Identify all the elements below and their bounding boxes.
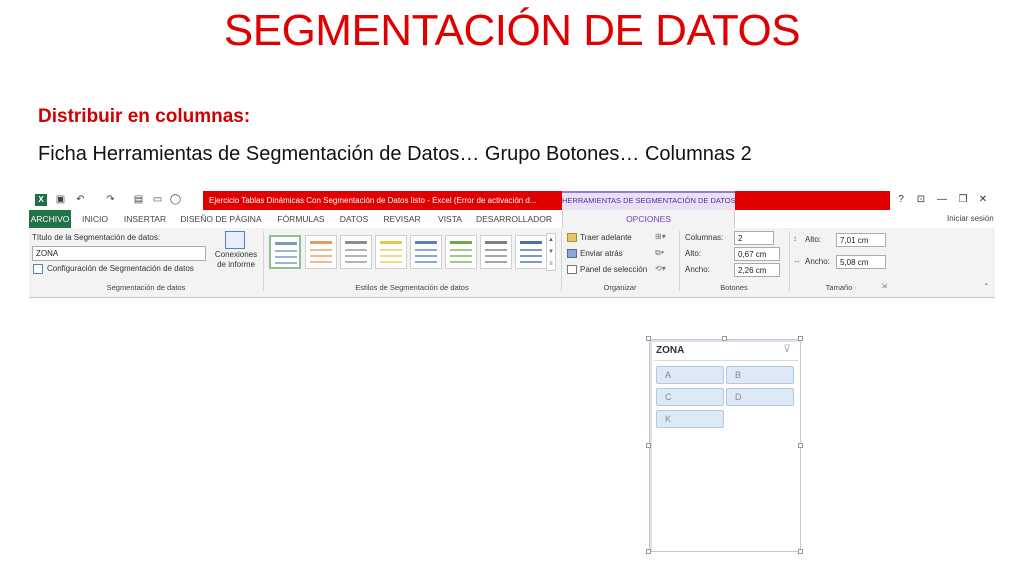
slicer-style-swatch[interactable] xyxy=(269,235,301,269)
slide-subtitle: Distribuir en columnas: xyxy=(38,106,251,127)
gallery-scroll-icon[interactable]: ▲ ▼ ≡ xyxy=(546,233,556,271)
send-backward-button[interactable]: Enviar atrás xyxy=(580,249,623,258)
size-width-label: Ancho: xyxy=(805,257,830,266)
report-connections-button[interactable]: Conexiones de informe xyxy=(213,250,259,270)
group-divider xyxy=(789,231,790,291)
slide-body-text: Ficha Herramientas de Segmentación de Da… xyxy=(38,143,752,165)
slicer-style-swatch[interactable] xyxy=(340,235,372,269)
undo-icon[interactable]: ↶ xyxy=(74,194,87,206)
tab-desarrollador[interactable]: DESARROLLADOR xyxy=(474,210,554,228)
ribbon-display-icon[interactable]: ⊡ xyxy=(913,193,929,207)
resize-handle[interactable] xyxy=(798,443,803,448)
ribbon-body: Título de la Segmentación de datos: ZONA… xyxy=(29,228,995,297)
bring-forward-icon[interactable] xyxy=(567,233,577,242)
excel-logo-icon: X xyxy=(35,194,47,206)
tab-vista[interactable]: VISTA xyxy=(432,210,468,228)
slicer-tools-contextual-tab: HERRAMIENTAS DE SEGMENTACIÓN DE DATOS xyxy=(562,191,736,210)
selection-pane-icon[interactable] xyxy=(567,265,577,274)
excel-ribbon-screenshot: X ▣ ↶ ↷ ▤ ▭ ◯ Ejercicio Tablas Dinámicas… xyxy=(29,191,995,298)
tab-datos[interactable]: DATOS xyxy=(335,210,373,228)
window-title: Ejercicio Tablas Dinámicas Con Segmentac… xyxy=(203,191,563,210)
height-arrows-icon: ↕ xyxy=(793,234,797,243)
slicer-style-swatch[interactable] xyxy=(515,235,547,269)
button-height-input[interactable]: 0,67 cm xyxy=(734,247,780,261)
minimize-icon[interactable]: — xyxy=(934,193,950,207)
title-bar-red-fill xyxy=(735,191,890,210)
resize-handle[interactable] xyxy=(646,336,651,341)
slicer-style-swatch[interactable] xyxy=(445,235,477,269)
circle-icon[interactable]: ◯ xyxy=(169,194,182,206)
group-label-tamano: Tamaño xyxy=(825,283,853,292)
slicer-item[interactable]: K xyxy=(656,410,724,428)
group-label-segmentacion: Segmentación de datos xyxy=(106,283,186,292)
excel-title-bar: X ▣ ↶ ↷ ▤ ▭ ◯ Ejercicio Tablas Dinámicas… xyxy=(29,191,995,210)
columns-input[interactable]: 2 xyxy=(734,231,774,245)
group-divider xyxy=(263,231,264,291)
resize-handle[interactable] xyxy=(798,549,803,554)
save-icon[interactable]: ▣ xyxy=(54,194,67,206)
tab-archivo[interactable]: ARCHIVO xyxy=(29,210,71,228)
clear-filter-icon[interactable]: ⊽ xyxy=(780,344,794,356)
slicer-style-swatch[interactable] xyxy=(375,235,407,269)
size-width-input[interactable]: 5,08 cm xyxy=(836,255,886,269)
slicer-header: ZONA xyxy=(656,345,685,356)
tab-formulas[interactable]: FÓRMULAS xyxy=(273,210,329,228)
tab-diseno-pagina[interactable]: DISEÑO DE PÁGINA xyxy=(179,210,263,228)
slicer-item[interactable]: C xyxy=(656,388,724,406)
rotate-icon[interactable]: ⟲▾ xyxy=(655,264,666,273)
tab-opciones[interactable]: OPCIONES xyxy=(562,210,735,228)
slicer-item[interactable]: A xyxy=(656,366,724,384)
redo-icon[interactable]: ↷ xyxy=(104,194,117,206)
align-icon[interactable]: ⊞▾ xyxy=(655,232,666,241)
group-label-botones: Botones xyxy=(720,283,748,292)
close-icon[interactable]: ✕ xyxy=(975,193,991,207)
resize-handle[interactable] xyxy=(646,443,651,448)
dialog-launcher-icon[interactable]: ⇲ xyxy=(881,282,887,290)
slicer-panel[interactable]: ZONA ⊽ A B C D K xyxy=(649,339,801,552)
button-width-input[interactable]: 2,26 cm xyxy=(734,263,780,277)
slicer-style-swatch[interactable] xyxy=(480,235,512,269)
window-icon[interactable]: ▭ xyxy=(151,194,164,206)
slicer-item[interactable]: D xyxy=(726,388,794,406)
slicer-caption-label: Título de la Segmentación de datos: xyxy=(32,233,161,242)
button-width-label: Ancho: xyxy=(685,265,710,274)
width-arrows-icon: ↔ xyxy=(793,256,801,265)
button-height-label: Alto: xyxy=(685,249,702,258)
slicer-header-divider xyxy=(654,360,798,361)
send-backward-icon[interactable] xyxy=(567,249,577,258)
group-objects-icon[interactable]: ⧉▾ xyxy=(655,248,664,258)
sign-in-link[interactable]: Iniciar sesión xyxy=(947,210,994,228)
slicer-settings-icon[interactable] xyxy=(33,264,43,274)
tab-revisar[interactable]: REVISAR xyxy=(379,210,425,228)
form-icon[interactable]: ▤ xyxy=(132,194,145,206)
tab-inicio[interactable]: INICIO xyxy=(77,210,113,228)
columns-label: Columnas: xyxy=(685,233,724,242)
slicer-caption-input[interactable]: ZONA xyxy=(32,246,206,261)
slicer-item[interactable]: B xyxy=(726,366,794,384)
ribbon-tab-row: ARCHIVO INICIO INSERTAR DISEÑO DE PÁGINA… xyxy=(29,210,995,228)
resize-handle[interactable] xyxy=(798,336,803,341)
slicer-style-swatch[interactable] xyxy=(410,235,442,269)
group-divider xyxy=(561,231,562,291)
slide-title: SEGMENTACIÓN DE DATOS xyxy=(223,6,801,55)
resize-handle[interactable] xyxy=(722,336,727,341)
restore-icon[interactable]: ❐ xyxy=(955,193,971,207)
group-divider xyxy=(679,231,680,291)
slicer-style-swatch[interactable] xyxy=(305,235,337,269)
collapse-ribbon-icon[interactable]: ⌃ xyxy=(983,282,990,291)
resize-handle[interactable] xyxy=(646,549,651,554)
report-connections-icon[interactable] xyxy=(225,231,245,249)
bring-forward-button[interactable]: Traer adelante xyxy=(580,233,632,242)
tab-insertar[interactable]: INSERTAR xyxy=(121,210,169,228)
size-height-label: Alto: xyxy=(805,235,822,244)
group-label-organizar: Organizar xyxy=(603,283,637,292)
slicer-settings-button[interactable]: Configuración de Segmentación de datos xyxy=(47,264,194,273)
selection-pane-button[interactable]: Panel de selección xyxy=(580,265,647,274)
size-height-input[interactable]: 7,01 cm xyxy=(836,233,886,247)
group-label-estilos: Estilos de Segmentación de datos xyxy=(355,283,469,292)
help-button[interactable]: ? xyxy=(893,193,909,207)
